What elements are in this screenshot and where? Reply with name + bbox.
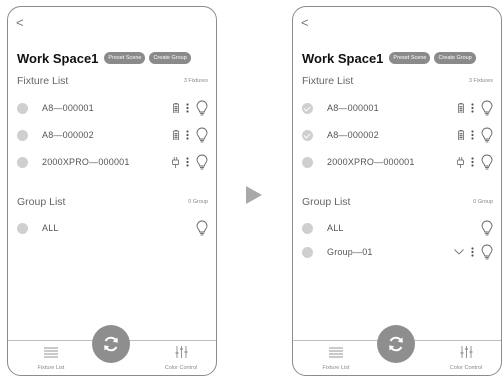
tab-label: Color Control	[449, 365, 483, 371]
select-radio[interactable]	[17, 129, 28, 141]
fixture-row[interactable]: A8—000002	[17, 126, 208, 144]
fixture-count: 3 Fixtures	[468, 78, 493, 84]
tab-label: Fixture List	[37, 365, 65, 371]
select-radio[interactable]	[17, 222, 28, 234]
light-bulb-icon[interactable]	[481, 127, 493, 143]
fixture-row[interactable]: A8—000002	[302, 126, 493, 144]
group-list-header: Group List 0 Group	[17, 195, 208, 209]
group-name: ALL	[327, 223, 344, 233]
sync-button[interactable]	[377, 325, 415, 363]
phone-screen-after: < Work Space1 Preset Scene Create Group …	[292, 6, 502, 376]
selected-checkbox[interactable]	[302, 102, 313, 114]
fixture-count: 3 Fixtures	[183, 78, 208, 84]
workspace-title: Work Space1	[302, 50, 384, 66]
select-radio[interactable]	[302, 156, 313, 168]
light-bulb-icon[interactable]	[196, 100, 208, 116]
more-vertical-icon[interactable]	[186, 130, 189, 140]
sync-icon	[387, 335, 405, 353]
phone-screen-before: < Work Space1 Preset Scene Create Group …	[7, 6, 217, 376]
fixture-name: A8—000001	[327, 103, 379, 113]
group-name: Group—01	[327, 247, 373, 257]
fixture-name: 2000XPRO—000001	[42, 157, 130, 167]
group-list-header: Group List 0 Group	[302, 195, 493, 209]
light-bulb-icon[interactable]	[481, 244, 493, 260]
group-list-title: Group List	[17, 196, 66, 208]
light-bulb-icon[interactable]	[196, 127, 208, 143]
tab-label: Color Control	[164, 365, 198, 371]
fixture-name: A8—000002	[327, 130, 379, 140]
workspace-header: Work Space1 Preset Scene Create Group	[302, 49, 497, 67]
play-arrow-icon	[245, 185, 263, 210]
fixture-row[interactable]: A8—000001	[302, 99, 493, 117]
more-vertical-icon[interactable]	[471, 103, 474, 113]
create-group-button[interactable]: Create Group	[434, 52, 476, 64]
workspace-title: Work Space1	[17, 50, 99, 66]
select-radio[interactable]	[302, 222, 313, 234]
chevron-down-icon[interactable]	[454, 249, 464, 255]
light-bulb-icon[interactable]	[481, 100, 493, 116]
fixture-name: 2000XPRO—000001	[327, 157, 415, 167]
battery-icon	[458, 103, 464, 113]
chevron-left-icon[interactable]: <	[16, 16, 24, 29]
sliders-icon	[460, 346, 473, 358]
preset-scene-button[interactable]: Preset Scene	[104, 52, 146, 64]
battery-icon	[173, 103, 179, 113]
selected-checkbox[interactable]	[302, 129, 313, 141]
group-name: ALL	[42, 223, 59, 233]
fixture-row[interactable]: A8—000001	[17, 99, 208, 117]
group-row[interactable]: ALL	[302, 219, 493, 237]
sync-button[interactable]	[92, 325, 130, 363]
tab-color-control[interactable]: Color Control	[436, 345, 496, 371]
plug-icon	[172, 156, 179, 168]
sync-icon	[102, 335, 120, 353]
list-icon	[329, 347, 343, 358]
tab-fixture-list[interactable]: Fixture List	[21, 345, 81, 371]
battery-icon	[173, 130, 179, 140]
chevron-left-icon[interactable]: <	[301, 16, 309, 29]
list-icon	[44, 347, 58, 358]
fixture-list-title: Fixture List	[302, 75, 354, 87]
plug-icon	[457, 156, 464, 168]
fixture-row[interactable]: 2000XPRO—000001	[302, 153, 493, 171]
fixture-list-title: Fixture List	[17, 75, 69, 87]
group-list-title: Group List	[302, 196, 351, 208]
fixture-name: A8—000001	[42, 103, 94, 113]
tab-fixture-list[interactable]: Fixture List	[306, 345, 366, 371]
select-radio[interactable]	[17, 102, 28, 114]
fixture-list-header: Fixture List 3 Fixtures	[302, 74, 493, 88]
more-vertical-icon[interactable]	[471, 157, 474, 167]
select-radio[interactable]	[17, 156, 28, 168]
light-bulb-icon[interactable]	[196, 220, 208, 236]
tab-label: Fixture List	[322, 365, 350, 371]
light-bulb-icon[interactable]	[481, 154, 493, 170]
fixture-list-header: Fixture List 3 Fixtures	[17, 74, 208, 88]
group-count: 0 Group	[188, 199, 208, 205]
fixture-row[interactable]: 2000XPRO—000001	[17, 153, 208, 171]
more-vertical-icon[interactable]	[186, 157, 189, 167]
preset-scene-button[interactable]: Preset Scene	[389, 52, 431, 64]
light-bulb-icon[interactable]	[481, 220, 493, 236]
more-vertical-icon[interactable]	[471, 130, 474, 140]
light-bulb-icon[interactable]	[196, 154, 208, 170]
group-row[interactable]: ALL	[17, 219, 208, 237]
select-radio[interactable]	[302, 246, 313, 258]
group-count: 0 Group	[473, 199, 493, 205]
sliders-icon	[175, 346, 188, 358]
more-vertical-icon[interactable]	[186, 103, 189, 113]
group-row[interactable]: Group—01	[302, 243, 493, 261]
more-vertical-icon[interactable]	[471, 247, 474, 257]
workspace-header: Work Space1 Preset Scene Create Group	[17, 49, 212, 67]
fixture-name: A8—000002	[42, 130, 94, 140]
tab-color-control[interactable]: Color Control	[151, 345, 211, 371]
battery-icon	[458, 130, 464, 140]
create-group-button[interactable]: Create Group	[149, 52, 191, 64]
